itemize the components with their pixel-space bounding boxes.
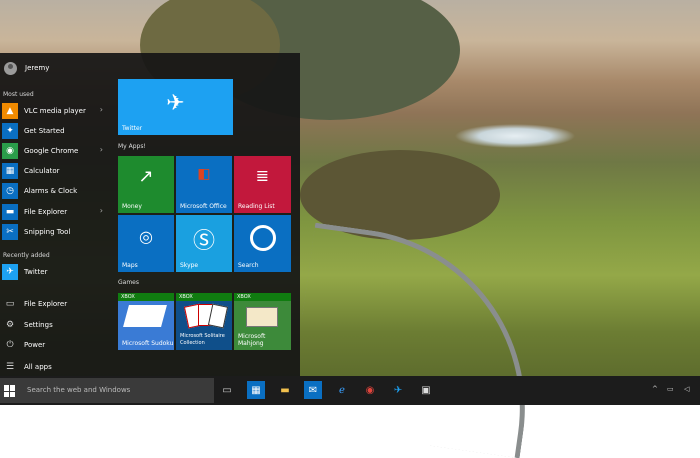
app-twitter[interactable]: ✈ Twitter <box>2 263 107 281</box>
tile-label: Reading List <box>238 203 275 210</box>
edge-icon[interactable]: ℯ <box>333 381 351 399</box>
start-menu: Jeremy Most used ▲ VLC media player › ✦ … <box>0 53 300 376</box>
cortana-ring-icon <box>234 225 291 251</box>
lightbulb-icon: ✦ <box>2 123 18 139</box>
tile-microsoft-mahjong[interactable]: XBOX Microsoft Mahjong <box>234 293 291 350</box>
road <box>286 222 549 458</box>
tile-area: ✈ Twitter My Apps! ↗ Money ◧ Microsoft O… <box>117 53 300 376</box>
chrome-icon[interactable]: ◉ <box>361 381 379 399</box>
tile-search[interactable]: Search <box>234 215 291 272</box>
office-icon: ◧ <box>197 166 211 182</box>
alarm-clock-icon: ◷ <box>2 183 18 199</box>
app-label: Get Started <box>24 127 65 135</box>
tile-label: Microsoft Sudoku <box>122 340 174 347</box>
system-file-explorer[interactable]: ▭ File Explorer <box>2 295 107 313</box>
search-placeholder[interactable]: Search the web and Windows <box>27 386 130 394</box>
tile-microsoft-office[interactable]: ◧ Microsoft Office <box>176 156 232 213</box>
twitter-bird-icon: ✈ <box>2 264 18 280</box>
scissors-icon: ✂ <box>2 224 18 240</box>
chevron-right-icon[interactable]: › <box>100 145 103 154</box>
twitter-bird-icon: ✈ <box>166 91 185 116</box>
mahjong-tile-icon <box>246 307 278 327</box>
xbox-badge: XBOX <box>176 293 232 301</box>
tile-label: Money <box>122 203 142 210</box>
app-label: Google Chrome <box>24 147 79 155</box>
app-vlc-media-player[interactable]: ▲ VLC media player › <box>2 102 107 120</box>
battery-icon[interactable]: ▭ <box>667 385 674 393</box>
app-google-chrome[interactable]: ◉ Google Chrome › <box>2 142 107 160</box>
tile-microsoft-solitaire-collection[interactable]: XBOX Microsoft Solitaire Collection <box>176 293 232 350</box>
chrome-icon: ◉ <box>2 143 18 159</box>
outlook-icon[interactable]: ✉ <box>304 381 322 399</box>
photos-icon[interactable]: ▣ <box>417 381 435 399</box>
tile-money[interactable]: ↗ Money <box>118 156 174 213</box>
vlc-cone-icon: ▲ <box>2 103 18 119</box>
sudoku-grid-icon <box>123 305 167 327</box>
system-label: Settings <box>24 321 53 329</box>
tile-reading-list[interactable]: ≣ Reading List <box>234 156 291 213</box>
twitter-icon[interactable]: ✈ <box>389 381 407 399</box>
store-icon[interactable]: ▦ <box>247 381 265 399</box>
app-label: File Explorer <box>24 208 68 216</box>
windows-start-icon[interactable] <box>4 385 16 397</box>
tray-chevron-icon[interactable]: ^ <box>652 385 658 393</box>
avatar <box>4 61 17 75</box>
card-icon <box>207 303 229 329</box>
app-label: Alarms & Clock <box>24 187 78 195</box>
user-name: Jeremy <box>25 64 50 72</box>
reading-list-icon: ≣ <box>255 166 270 185</box>
chevron-right-icon[interactable]: › <box>100 206 103 215</box>
tile-label: Skype <box>180 262 199 269</box>
tile-label: Search <box>238 262 259 269</box>
skype-icon: Ⓢ <box>192 229 215 254</box>
folder-outline-icon: ▭ <box>5 299 15 309</box>
file-explorer-icon[interactable]: ▬ <box>276 381 294 399</box>
tile-maps[interactable]: ◎ Maps <box>118 215 174 272</box>
app-label: Twitter <box>24 268 48 276</box>
system-label: File Explorer <box>24 300 68 308</box>
app-calculator[interactable]: ▦ Calculator <box>2 162 107 180</box>
tile-label: Maps <box>122 262 138 269</box>
app-label: VLC media player <box>24 107 86 115</box>
start-left-column: Jeremy Most used ▲ VLC media player › ✦ … <box>0 53 110 376</box>
calculator-icon: ▦ <box>2 163 18 179</box>
app-get-started[interactable]: ✦ Get Started <box>2 122 107 140</box>
list-icon: ☰ <box>5 362 15 372</box>
tile-label: Microsoft Mahjong <box>238 333 266 347</box>
system-all-apps[interactable]: ☰ All apps <box>2 358 107 376</box>
gear-icon: ⚙ <box>5 320 15 330</box>
xbox-badge: XBOX <box>234 293 291 301</box>
tile-twitter[interactable]: ✈ Twitter <box>118 79 233 135</box>
system-settings[interactable]: ⚙ Settings <box>2 316 107 334</box>
system-label: All apps <box>24 363 52 371</box>
app-alarms-clock[interactable]: ◷ Alarms & Clock <box>2 182 107 200</box>
folder-icon: ▬ <box>2 204 18 220</box>
recently-added-heading: Recently added <box>3 252 50 259</box>
user-account[interactable]: Jeremy <box>4 61 49 75</box>
most-used-heading: Most used <box>3 91 34 98</box>
maps-pin-icon: ◎ <box>139 227 153 246</box>
task-view-icon[interactable]: ▭ <box>218 381 236 399</box>
app-label: Calculator <box>24 167 60 175</box>
tile-microsoft-sudoku[interactable]: XBOX Microsoft Sudoku <box>118 293 174 350</box>
system-label: Power <box>24 341 46 349</box>
system-power[interactable]: ⏻ Power <box>2 336 107 354</box>
app-snipping-tool[interactable]: ✂ Snipping Tool <box>2 223 107 241</box>
power-icon: ⏻ <box>6 340 14 350</box>
chart-up-icon: ↗ <box>138 166 154 187</box>
volume-icon[interactable]: ◁ <box>684 385 689 393</box>
xbox-badge: XBOX <box>118 293 174 301</box>
my-apps-heading: My Apps! <box>118 143 146 150</box>
search-box[interactable]: Search the web and Windows <box>0 378 214 403</box>
app-label: Snipping Tool <box>24 228 71 236</box>
chevron-right-icon[interactable]: › <box>100 105 103 114</box>
tile-skype[interactable]: Ⓢ Skype <box>176 215 232 272</box>
games-heading: Games <box>118 279 139 286</box>
tile-label: Twitter <box>122 125 143 132</box>
taskbar: Search the web and Windows ▭ ▦ ▬ ✉ ℯ ◉ ✈… <box>0 376 700 405</box>
tile-label: Microsoft Office <box>180 203 227 210</box>
app-file-explorer[interactable]: ▬ File Explorer › <box>2 203 107 221</box>
tile-label: Microsoft Solitaire Collection <box>180 333 225 346</box>
